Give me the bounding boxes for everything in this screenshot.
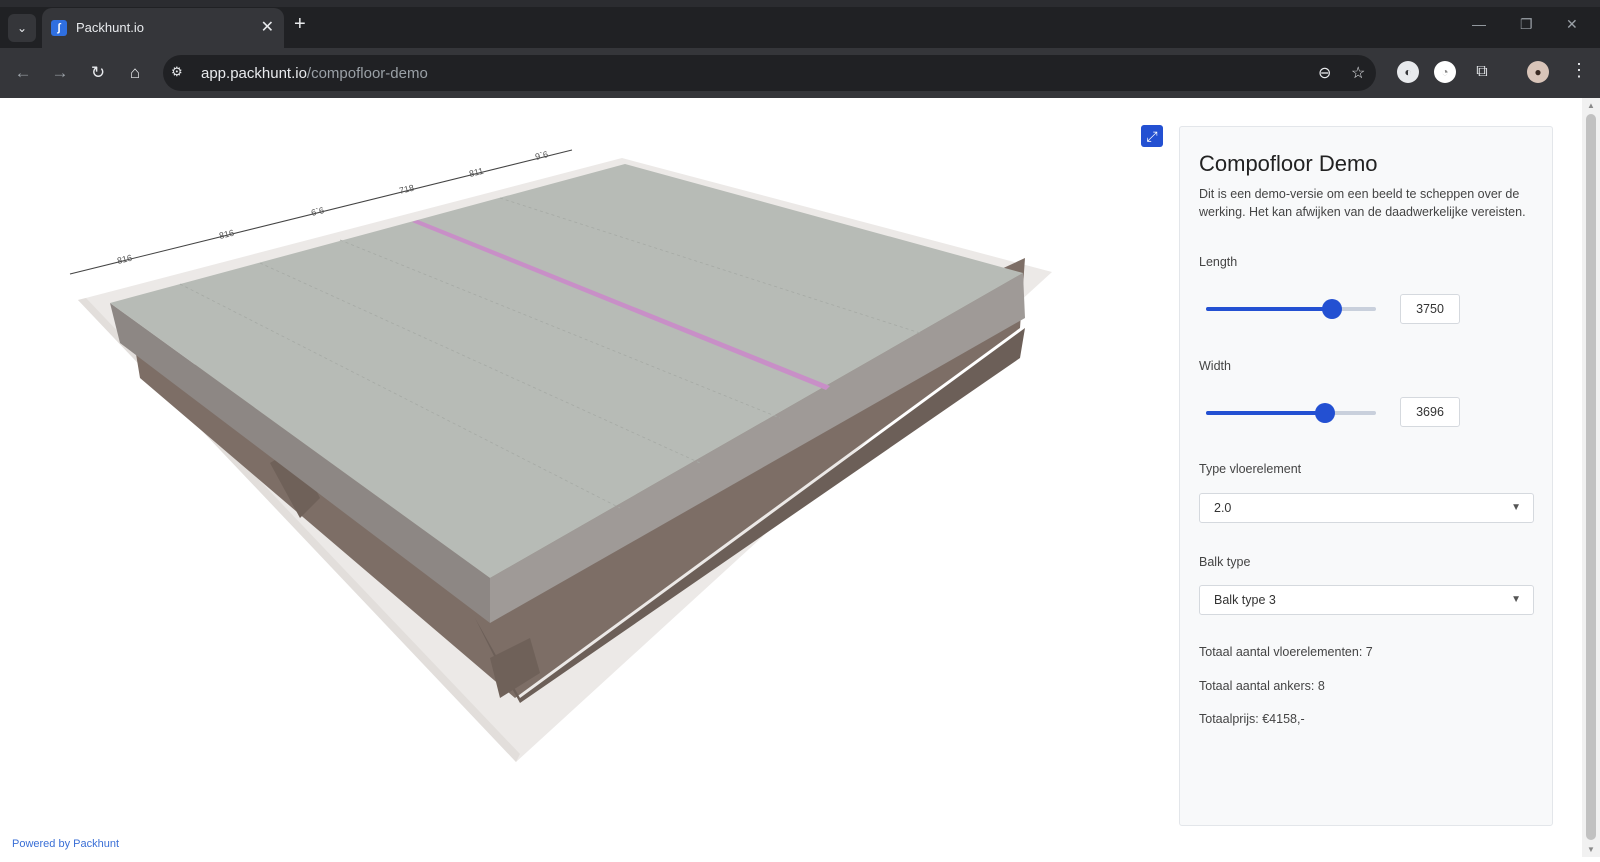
dimension-label: 816 <box>218 228 235 241</box>
fullscreen-icon[interactable]: ⤢ <box>1141 125 1163 147</box>
length-label: Length <box>1199 255 1238 269</box>
reload-icon[interactable]: ↻ <box>86 61 110 85</box>
panel-title: Compofloor Demo <box>1199 151 1378 176</box>
type-vloerelement-label: Type vloerelement <box>1199 462 1302 476</box>
chevron-down-icon: ▼ <box>1511 502 1521 513</box>
width-slider[interactable] <box>1206 403 1376 423</box>
browser-toolbar: ← → ↻ ⌂ ⚙ app.packhunt.io/compofloor-dem… <box>0 48 1600 98</box>
extensions-puzzle-icon[interactable]: ⧉ <box>1471 61 1493 83</box>
extension-icon[interactable]: ◐ <box>1397 61 1419 83</box>
balk-type-value: Balk type 3 <box>1214 593 1276 607</box>
balk-type-label: Balk type <box>1199 555 1251 569</box>
url-host: app.packhunt.io <box>201 65 307 82</box>
floor-3d-model[interactable]: 816 816 6`6 718 811 9`6 <box>0 98 1175 857</box>
home-icon[interactable]: ⌂ <box>123 61 147 85</box>
width-input[interactable]: 3696 <box>1400 397 1460 427</box>
tab-close-icon[interactable]: ✕ <box>261 17 274 37</box>
scroll-up-icon[interactable]: ▲ <box>1587 101 1595 110</box>
page-content: 816 816 6`6 718 811 9`6 Powered by Packh… <box>0 98 1600 857</box>
restore-icon[interactable]: ❐ <box>1520 16 1533 33</box>
back-icon[interactable]: ← <box>11 61 35 85</box>
page-scrollbar[interactable]: ▲ ▼ <box>1582 98 1600 857</box>
extension-icon[interactable]: ◔ <box>1434 61 1456 83</box>
balk-type-select[interactable]: Balk type 3 ▼ <box>1199 585 1534 615</box>
type-vloerelement-value: 2.0 <box>1214 501 1232 515</box>
scroll-down-icon[interactable]: ▼ <box>1587 845 1595 854</box>
total-anchors: Totaal aantal ankers: 8 <box>1199 679 1325 693</box>
dimension-label: 718 <box>398 183 415 196</box>
length-slider-handle[interactable] <box>1321 299 1342 319</box>
site-info-icon[interactable]: ⚙ <box>171 64 183 80</box>
configuration-panel: Compofloor Demo Dit is een demo-versie o… <box>1179 126 1553 826</box>
browser-tab-bar: ⌄ ʃ Packhunt.io ✕ + — ❐ ✕ <box>0 0 1600 48</box>
minimize-icon[interactable]: — <box>1472 16 1486 32</box>
dimension-label: 811 <box>468 166 484 179</box>
width-slider-fill <box>1206 411 1325 415</box>
active-tab[interactable]: ʃ Packhunt.io ✕ <box>42 8 284 48</box>
type-vloerelement-select[interactable]: 2.0 ▼ <box>1199 493 1534 523</box>
panel-description: Dit is een demo-versie om een beeld te s… <box>1199 187 1526 219</box>
length-slider-fill <box>1206 307 1332 311</box>
scroll-thumb[interactable] <box>1586 114 1596 840</box>
zoom-icon[interactable]: ⊖ <box>1318 63 1331 83</box>
browser-menu-icon[interactable]: ⋮ <box>1570 60 1588 81</box>
close-window-icon[interactable]: ✕ <box>1566 16 1578 33</box>
width-slider-handle[interactable] <box>1315 403 1335 423</box>
dimension-label: 9`6 <box>534 149 549 162</box>
window-top-strip <box>0 0 1600 7</box>
tab-search-button[interactable]: ⌄ <box>8 14 36 42</box>
3d-viewer[interactable]: 816 816 6`6 718 811 9`6 Powered by Packh… <box>0 98 1175 857</box>
chevron-down-icon: ▼ <box>1511 594 1521 605</box>
total-floor-elements: Totaal aantal vloerelementen: 7 <box>1199 645 1373 659</box>
new-tab-button[interactable]: + <box>294 14 306 34</box>
total-price: Totaalprijs: €4158,- <box>1199 712 1305 726</box>
powered-by-link[interactable]: Powered by Packhunt <box>12 838 119 850</box>
tab-title: Packhunt.io <box>76 20 144 35</box>
dimension-label: 6`6 <box>310 205 325 218</box>
url-text[interactable]: app.packhunt.io/compofloor-demo <box>201 65 428 82</box>
profile-avatar[interactable]: ● <box>1527 61 1549 83</box>
packhunt-favicon-icon: ʃ <box>51 20 67 36</box>
forward-icon[interactable]: → <box>48 61 72 85</box>
url-path: /compofloor-demo <box>306 65 428 82</box>
length-slider[interactable] <box>1206 299 1376 319</box>
bookmark-star-icon[interactable]: ☆ <box>1351 63 1365 83</box>
address-bar[interactable]: ⚙ app.packhunt.io/compofloor-demo ⊖ ☆ <box>163 55 1376 91</box>
width-label: Width <box>1199 359 1231 373</box>
dimension-label: 816 <box>116 253 133 266</box>
length-input[interactable]: 3750 <box>1400 294 1460 324</box>
